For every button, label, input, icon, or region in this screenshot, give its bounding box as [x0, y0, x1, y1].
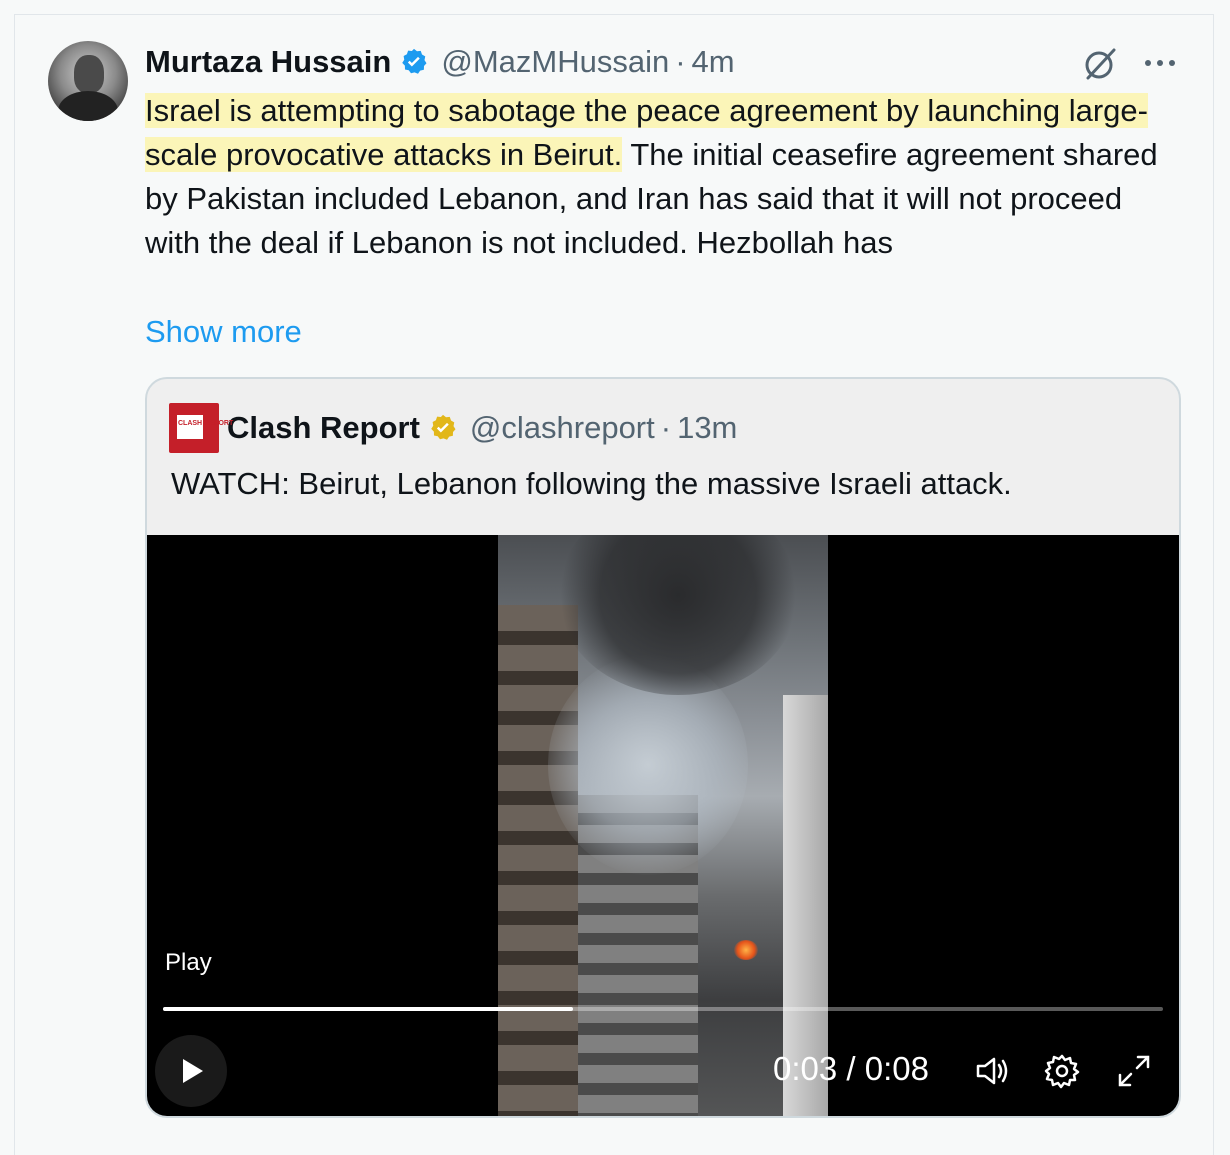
video-frame [498, 535, 828, 1116]
quote-text: WATCH: Beirut, Lebanon following the mas… [171, 466, 1012, 501]
video-time: 0:03 / 0:08 [773, 1050, 929, 1088]
quote-author-name[interactable]: Clash Report [227, 410, 420, 446]
volume-icon[interactable] [972, 1051, 1012, 1091]
time-separator: / [846, 1050, 856, 1087]
duration: 0:08 [864, 1050, 929, 1087]
post-time[interactable]: 4m [692, 44, 735, 80]
show-more-link[interactable]: Show more [145, 310, 302, 354]
author-handle[interactable]: @MazMHussain [441, 44, 669, 80]
gold-verified-badge-icon[interactable] [428, 413, 458, 443]
post-text: Israel is attempting to sabotage the pea… [145, 89, 1185, 265]
quote-time[interactable]: 13m [677, 410, 737, 446]
play-label: Play [165, 949, 212, 976]
verified-badge-icon[interactable] [399, 47, 429, 77]
author-name[interactable]: Murtaza Hussain [145, 44, 391, 80]
grok-icon[interactable] [1080, 44, 1120, 84]
current-time: 0:03 [773, 1050, 838, 1087]
play-button[interactable] [155, 1035, 227, 1107]
quote-header: CLASH REPORT Clash Report @clashreport ·… [169, 403, 737, 453]
video-progress-bar[interactable] [163, 1007, 1163, 1011]
quote-author-handle[interactable]: @clashreport [470, 410, 655, 446]
settings-icon[interactable] [1042, 1051, 1082, 1091]
logo-text: CLASH REPORT [178, 420, 234, 427]
avatar[interactable] [48, 41, 128, 121]
clash-report-logo[interactable]: CLASH REPORT [169, 403, 233, 453]
fullscreen-icon[interactable] [1114, 1051, 1154, 1091]
post-header: Murtaza Hussain @MazMHussain · 4m [145, 42, 735, 82]
more-icon[interactable] [1140, 46, 1180, 80]
separator-dot: · [675, 44, 686, 79]
video-progress-fill [163, 1007, 573, 1011]
video-player[interactable]: Play 0:03 / 0:08 [147, 535, 1179, 1116]
play-icon [183, 1059, 203, 1083]
quote-separator-dot: · [660, 410, 672, 445]
quoted-post[interactable]: CLASH REPORT Clash Report @clashreport ·… [145, 377, 1181, 1118]
